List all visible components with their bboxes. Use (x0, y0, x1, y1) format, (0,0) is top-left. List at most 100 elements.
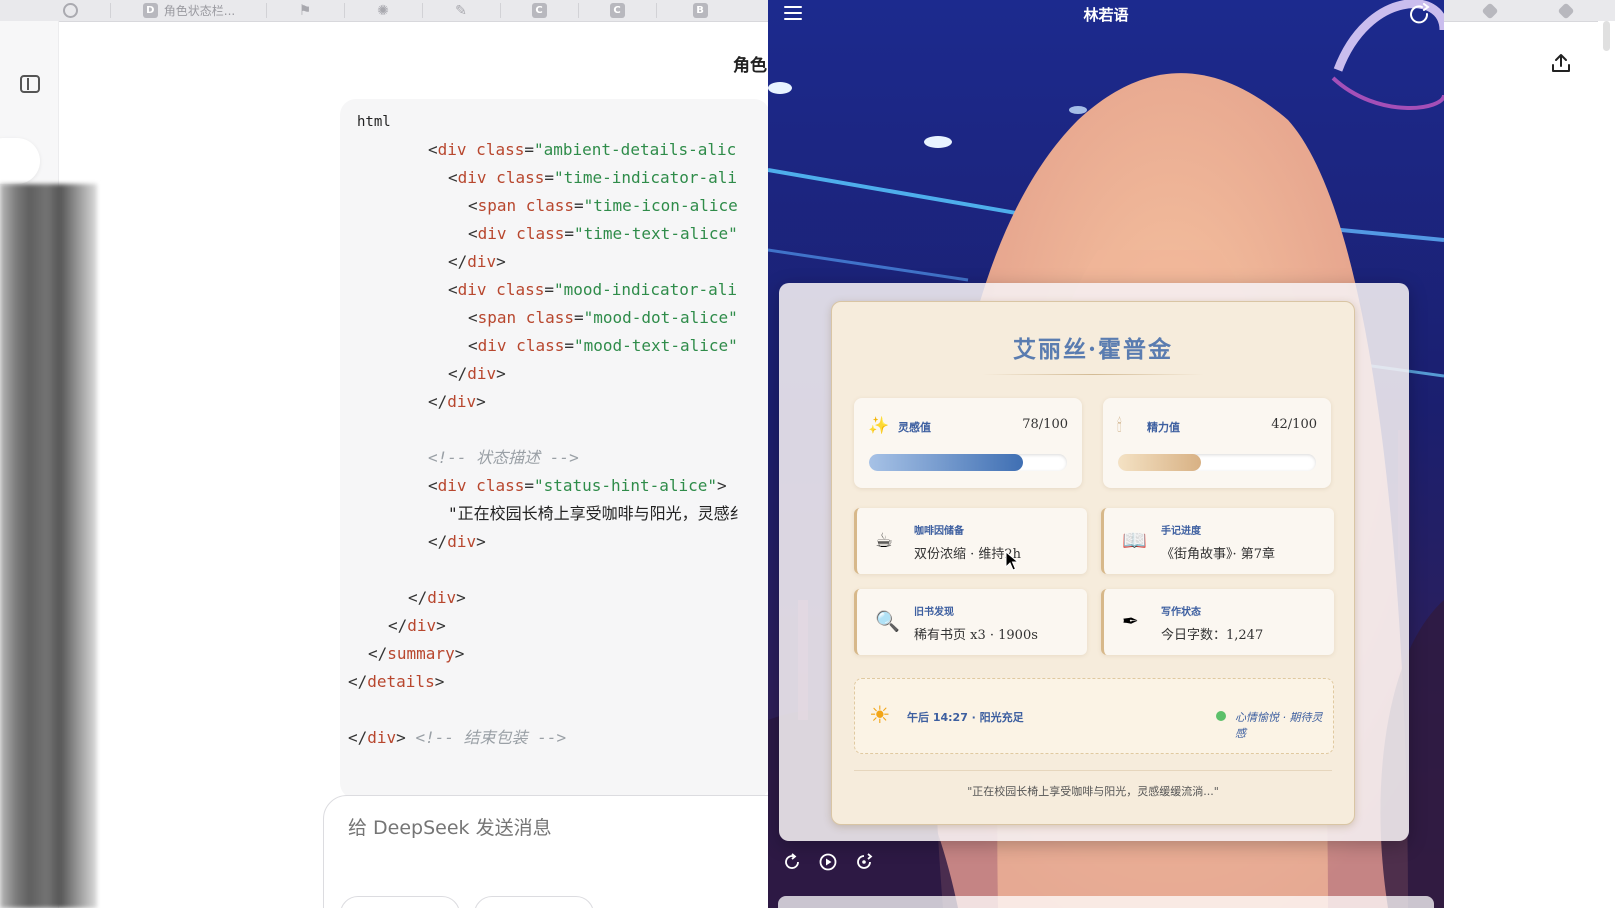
play-icon[interactable] (818, 852, 838, 872)
pen-icon: ✒ (1122, 609, 1139, 633)
code-token: div (467, 252, 497, 271)
code-token: div (467, 364, 497, 383)
code-block: html <div class="ambient-details-alic <di… (340, 99, 770, 799)
diamond-icon (1481, 2, 1499, 19)
c-tab-icon: C (531, 3, 547, 18)
share-icon[interactable] (1550, 52, 1572, 74)
code-line: </summary> (368, 641, 464, 667)
code-token: "time-icon-alice (583, 196, 738, 215)
refresh-icon[interactable] (1408, 3, 1432, 25)
code-line: </div> (388, 613, 446, 639)
code-token: = (544, 280, 554, 299)
code-token: </ (368, 644, 388, 663)
code-line: </div> (448, 249, 506, 275)
character-name: 艾丽丝·霍普金 (1012, 336, 1173, 363)
code-token: </ (428, 532, 448, 551)
tab-extension-1[interactable] (1460, 0, 1520, 21)
info-text: 今日字数：1,247 (1161, 628, 1264, 643)
info-caffeine: ☕ 咖啡因储备 双份浓缩 · 维持2h (854, 508, 1087, 574)
code-token: </ (388, 616, 408, 635)
code-token: span (477, 196, 517, 215)
mouse-cursor-icon (1005, 551, 1019, 571)
blurred-thumbnail (0, 184, 97, 908)
stat-inspiration: ✨ 灵感值 78/100 (854, 398, 1082, 488)
code-line: </div> (428, 389, 486, 415)
tab-status-bar-doc[interactable]: D 角色状态栏... (114, 0, 264, 21)
code-token: > (476, 532, 486, 551)
screen: D 角色状态栏... ⚑ ✺ ✎ C C B 角色 html <div clas… (0, 0, 1615, 908)
code-token: class (486, 168, 545, 187)
code-token: = (573, 308, 584, 327)
code-line: </div> (448, 361, 506, 387)
tab-flag[interactable]: ⚑ (270, 0, 340, 21)
ambient-details: ☀ 午后 14:27 · 阳光充足 心情愉悦 · 期待灵感 (854, 678, 1334, 754)
tab-extension-2[interactable] (1536, 0, 1596, 21)
phone-header: 林若语 (768, 0, 1444, 30)
sidebar-toggle-icon[interactable] (20, 75, 40, 93)
mood-dot (1216, 711, 1226, 721)
tab-app[interactable]: ✎ (426, 0, 496, 21)
info-book-discovery: 🔍 旧书发现 稀有书页 x3 · 1900s (854, 589, 1087, 655)
code-token: div (477, 336, 507, 355)
code-token: < (448, 280, 458, 299)
tab-b[interactable]: B (660, 0, 740, 21)
name-divider (982, 374, 1204, 375)
code-token: < (468, 224, 478, 243)
code-token: div (447, 392, 477, 411)
flag-icon: ⚑ (298, 2, 312, 19)
code-token: = (573, 196, 584, 215)
phone-preview: 林若语 艾丽丝·霍普金 ✨ 灵感值 78/100 🕯 精力值 42/100 ☕ … (768, 0, 1444, 908)
code-token: class (516, 196, 574, 215)
code-token: > (396, 728, 406, 747)
tab-c2[interactable]: C (582, 0, 652, 21)
code-token: class (516, 308, 574, 327)
info-title: 写作状态 (1161, 607, 1201, 618)
code-token: "mood-text-alice" (573, 336, 738, 355)
character-status-card: 艾丽丝·霍普金 ✨ 灵感值 78/100 🕯 精力值 42/100 ☕ 咖啡因储… (831, 301, 1355, 825)
stat-energy: 🕯 精力值 42/100 (1103, 398, 1331, 488)
app-icon: ✎ (455, 2, 467, 19)
code-token: = (544, 168, 554, 187)
code-token: </ (428, 392, 448, 411)
tab-c1[interactable]: C (504, 0, 574, 21)
diamond-icon (1557, 2, 1575, 19)
deep-think-button[interactable] (340, 896, 460, 908)
code-token: details (367, 672, 435, 691)
message-input[interactable] (346, 816, 770, 840)
tab-openai[interactable] (40, 0, 100, 21)
code-token: < (468, 196, 478, 215)
code-line: <span class="time-icon-alice (468, 193, 738, 219)
book-icon: 📖 (1122, 528, 1147, 552)
info-writing-status: ✒ 写作状态 今日字数：1,247 (1101, 589, 1334, 655)
code-line: </div> (408, 585, 466, 611)
code-token: > (454, 644, 465, 663)
code-token: > (434, 672, 445, 691)
new-chat-button[interactable] (0, 138, 40, 184)
web-search-button[interactable] (474, 896, 594, 908)
code-token: = (564, 336, 574, 355)
code-token: "time-text-alice" (573, 224, 738, 243)
code-token: <!-- 状态描述 --> (428, 448, 579, 467)
reload-icon[interactable] (782, 852, 802, 872)
regenerate-icon[interactable] (854, 852, 874, 872)
code-token: > (717, 476, 727, 495)
code-line: </div> (428, 529, 486, 555)
code-token: span (477, 308, 517, 327)
openai-icon (62, 3, 78, 18)
code-token: class (486, 280, 545, 299)
page-scrollbar[interactable] (1598, 21, 1615, 908)
stat-value: 78/100 (1022, 417, 1068, 432)
mood-indicator: 心情愉悦 · 期待灵感 (1235, 711, 1323, 740)
progress-fill (869, 454, 1024, 471)
code-token: div (477, 224, 507, 243)
code-token: "mood-indicator-ali (553, 280, 738, 299)
code-language-label: html (357, 114, 391, 130)
code-token: class (466, 140, 525, 159)
code-token: div (447, 532, 477, 551)
info-text: 《街角故事》· 第7章 (1161, 547, 1276, 562)
code-line: <div class="time-indicator-ali (448, 165, 737, 191)
code-token: summary (387, 644, 455, 663)
tab-sparkle[interactable]: ✺ (348, 0, 418, 21)
candle-icon: 🕯 (1117, 416, 1122, 436)
coffee-icon: ☕ (875, 528, 893, 552)
